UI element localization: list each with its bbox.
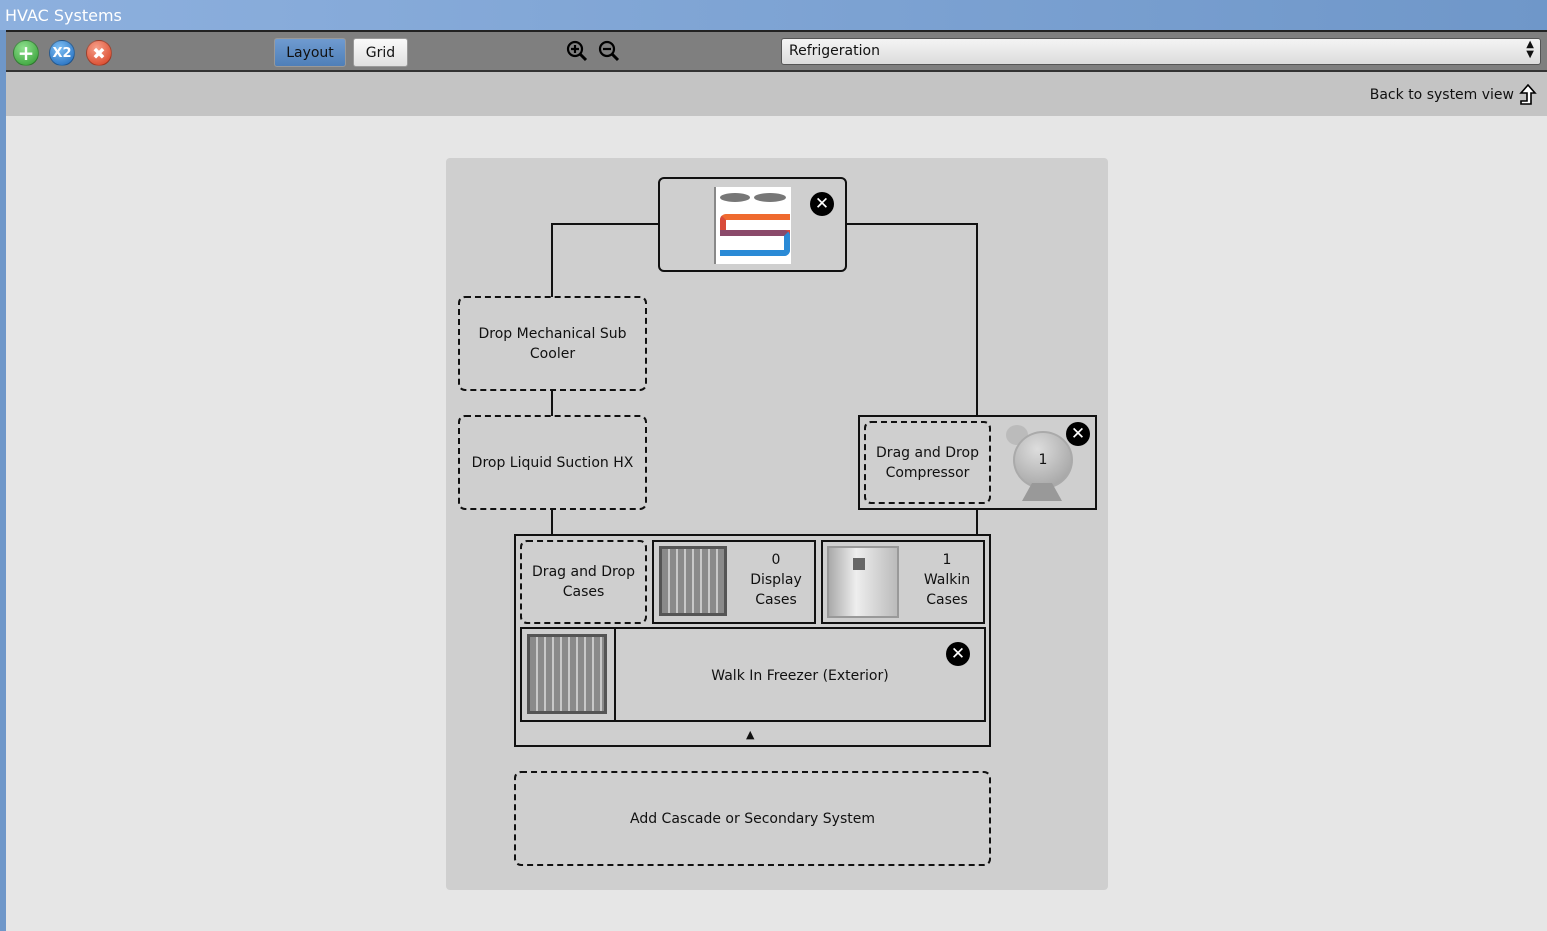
remove-compressor-button[interactable]: ✕ [1066, 422, 1090, 446]
walkin-label: Walkin Cases [923, 572, 971, 608]
compressor-drop-zone[interactable]: Drag and Drop Compressor [864, 421, 991, 504]
cases-drop-label: Drag and Drop Cases [532, 564, 635, 600]
sub-cooler-label: Drop Mechanical Sub Cooler [478, 325, 627, 362]
display-label: Display Cases [750, 572, 802, 608]
pipe [551, 223, 553, 297]
add-button[interactable]: + [13, 40, 39, 66]
walkin-item-label: Walk In Freezer (Exterior) [711, 668, 889, 684]
duplicate-button[interactable]: X2 [49, 40, 75, 66]
delete-button[interactable]: ✖ [86, 40, 112, 66]
cases-group: Drag and Drop Cases 0 Display Cases 1 Walk… [514, 534, 991, 747]
collapse-arrow-icon[interactable]: ▲ [746, 728, 754, 741]
display-count: 0 [771, 552, 781, 568]
sub-cooler-drop-zone[interactable]: Drop Mechanical Sub Cooler [458, 296, 647, 391]
system-select[interactable]: Refrigeration ▲ ▼ [781, 38, 1541, 65]
updown-arrow-icon: ▲ ▼ [1526, 39, 1534, 60]
cascade-label: Add Cascade or Secondary System [630, 810, 875, 827]
display-cases-tile[interactable]: 0 Display Cases [652, 540, 816, 624]
window-title: HVAC Systems [5, 6, 122, 25]
tab-layout[interactable]: Layout [274, 38, 346, 67]
pipe [551, 389, 553, 416]
tab-grid[interactable]: Grid [353, 38, 408, 67]
walkin-item-row[interactable]: Walk In Freezer (Exterior) ✕ [520, 627, 986, 722]
compressor-rack: Drag and Drop Compressor 1 ✕ [858, 415, 1097, 510]
walkin-cases-tile[interactable]: 1 Walkin Cases [821, 540, 985, 624]
remove-condenser-button[interactable]: ✕ [810, 192, 834, 216]
condenser-node[interactable]: ✕ [658, 177, 847, 272]
compressor-count: 1 [1013, 431, 1073, 489]
condenser-icon [714, 187, 791, 264]
pipe [976, 508, 978, 535]
freezer-icon [527, 634, 607, 714]
liquid-suction-label: Drop Liquid Suction HX [471, 454, 634, 471]
pipe [551, 223, 659, 225]
pipe [845, 223, 978, 225]
pipe [551, 508, 553, 535]
add-cascade-drop-zone[interactable]: Add Cascade or Secondary System [514, 771, 991, 866]
x-icon: ✖ [92, 43, 106, 63]
compressor-drop-label: Drag and Drop Compressor [876, 444, 979, 481]
back-to-system-view-link[interactable]: Back to system view [1370, 84, 1537, 106]
walkin-count: 1 [942, 552, 952, 568]
walkin-door-icon [827, 546, 899, 618]
sub-header: Back to system view [6, 72, 1547, 116]
x2-icon: X2 [52, 45, 72, 61]
back-label: Back to system view [1369, 87, 1514, 103]
plus-icon: + [17, 41, 35, 65]
remove-walkin-button[interactable]: ✕ [946, 642, 970, 666]
system-select-value: Refrigeration [789, 43, 880, 59]
zoom-in-icon[interactable] [564, 38, 590, 64]
display-case-icon [659, 546, 727, 616]
zoom-out-icon[interactable] [596, 38, 622, 64]
title-bar: HVAC Systems [0, 0, 1547, 30]
liquid-suction-drop-zone[interactable]: Drop Liquid Suction HX [458, 415, 647, 510]
cases-drop-zone[interactable]: Drag and Drop Cases [520, 540, 647, 624]
window-border [0, 30, 6, 931]
up-arrow-icon [1519, 84, 1537, 105]
pipe [976, 223, 978, 416]
toolbar: + X2 ✖ Layout Grid Refrigeration ▲ ▼ [6, 30, 1547, 72]
